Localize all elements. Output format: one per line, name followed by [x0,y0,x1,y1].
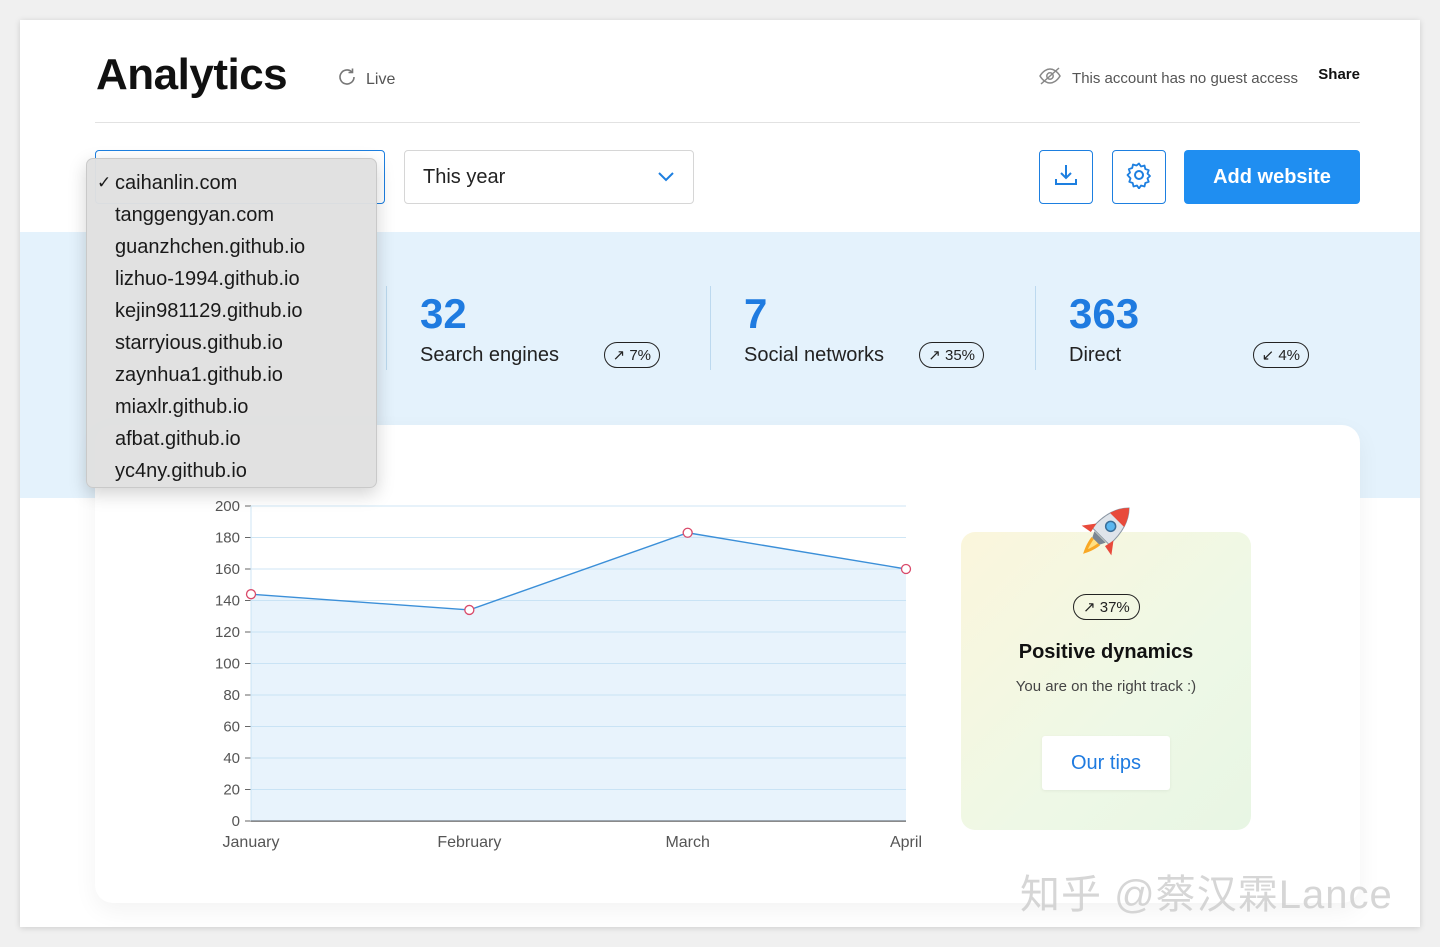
dropdown-option[interactable]: afbat.github.io [87,423,376,455]
dropdown-option-label: guanzhchen.github.io [115,236,306,258]
y-tick-label: 100 [215,656,240,673]
eye-off-icon [1038,66,1072,90]
visits-chart: 0 20 40 60 80 100 120 140 160 180 200 January Februa… [215,498,922,851]
promo-subtitle: You are on the right track :) [1015,678,1197,695]
stat-label: Search engines [420,344,559,366]
dropdown-option[interactable]: yc4ny.github.io [87,455,376,487]
promo-card: ↗ 37% Positive dynamics You are on the r… [961,507,1251,830]
dropdown-option-label: zaynhua1.github.io [115,364,283,386]
trend-badge: ↙ 4% [1252,342,1309,368]
live-label: Live [366,70,396,88]
stat-direct: 363 Direct ↙ 4% [1035,286,1335,370]
promo-trend-badge: ↗ 37% [1073,594,1140,620]
period-select[interactable]: This year [404,150,694,204]
y-tick-label: 180 [215,530,240,547]
y-tick-label: 60 [223,719,240,736]
our-tips-button[interactable]: Our tips [1042,736,1170,790]
y-tick-label: 200 [215,498,240,515]
x-tick-label: January [223,834,280,851]
promo-title: Positive dynamics [1018,641,1194,663]
page-title: Analytics [96,50,288,99]
stat-separator [386,286,387,370]
x-tick-label: February [437,834,501,851]
dropdown-option-label: miaxlr.github.io [115,396,249,418]
series-area [251,532,906,821]
app-window: Analytics Live This account has no guest… [20,20,1420,927]
dropdown-option-label: caihanlin.com [115,172,238,194]
guest-access-notice: This account has no guest access [1038,66,1298,90]
refresh-icon [336,66,366,93]
dropdown-option[interactable]: ✓ caihanlin.com [87,167,376,199]
watermark: 知乎 @蔡汉霖Lance [1020,873,1393,917]
x-tick-label: March [665,834,709,851]
chart-card: 0 20 40 60 80 100 120 140 160 180 200 January Februa… [95,425,1360,903]
dropdown-option-label: yc4ny.github.io [115,460,247,482]
header-divider [95,122,1360,123]
period-select-value: This year [423,165,506,188]
stat-social-networks: 7 Social networks ↗ 35% [710,286,1010,370]
dropdown-option[interactable]: miaxlr.github.io [87,391,376,423]
stat-value: 32 [420,290,467,337]
data-point [682,527,693,538]
y-tick-label: 80 [223,687,240,704]
gear-icon [1125,161,1153,194]
stat-label: Direct [1069,344,1122,366]
dropdown-option-label: afbat.github.io [115,428,241,450]
data-point [245,589,257,600]
website-dropdown-menu[interactable]: ✓ caihanlin.com tanggengyan.com guanzhchen.… [86,158,377,488]
add-website-button[interactable]: Add website [1184,150,1360,204]
trend-badge: ↗ 7% [603,342,660,368]
download-button[interactable] [1039,150,1093,204]
chevron-down-icon [657,166,675,189]
checkmark-icon: ✓ [97,173,112,192]
trend-badge: ↗ 35% [919,342,984,368]
dropdown-option[interactable]: guanzhchen.github.io [87,231,376,263]
rocket-icon [1065,492,1145,572]
y-tick-label: 140 [215,593,240,610]
live-indicator[interactable]: Live [336,66,395,93]
stat-label: Social networks [744,344,885,366]
y-tick-label: 160 [215,561,240,578]
download-icon [1053,162,1079,193]
dropdown-option-label: starryious.github.io [115,332,283,354]
data-point [900,563,912,575]
y-tick-label: 40 [223,750,240,767]
stat-value: 7 [744,290,768,337]
y-tick-label: 120 [215,624,240,641]
dropdown-option[interactable]: starryious.github.io [87,327,376,359]
x-tick-label: April [890,834,922,851]
stat-value: 363 [1069,290,1140,337]
dropdown-option[interactable]: lizhuo-1994.github.io [87,263,376,295]
dropdown-option-label: lizhuo-1994.github.io [115,268,300,290]
dropdown-option[interactable]: zaynhua1.github.io [87,359,376,391]
stat-search-engines: 32 Search engines ↗ 7% [386,286,686,370]
y-tick-label: 0 [232,813,240,830]
guest-notice-text: This account has no guest access [1072,69,1298,87]
dropdown-option-label: kejin981129.github.io [115,300,303,322]
settings-button[interactable] [1112,150,1166,204]
dropdown-option[interactable]: kejin981129.github.io [87,295,376,327]
dropdown-option-label: tanggengyan.com [115,204,275,226]
share-link[interactable]: Share [1318,66,1360,83]
dropdown-option[interactable]: tanggengyan.com [87,199,376,231]
y-tick-label: 20 [223,782,240,799]
data-point [464,604,475,616]
